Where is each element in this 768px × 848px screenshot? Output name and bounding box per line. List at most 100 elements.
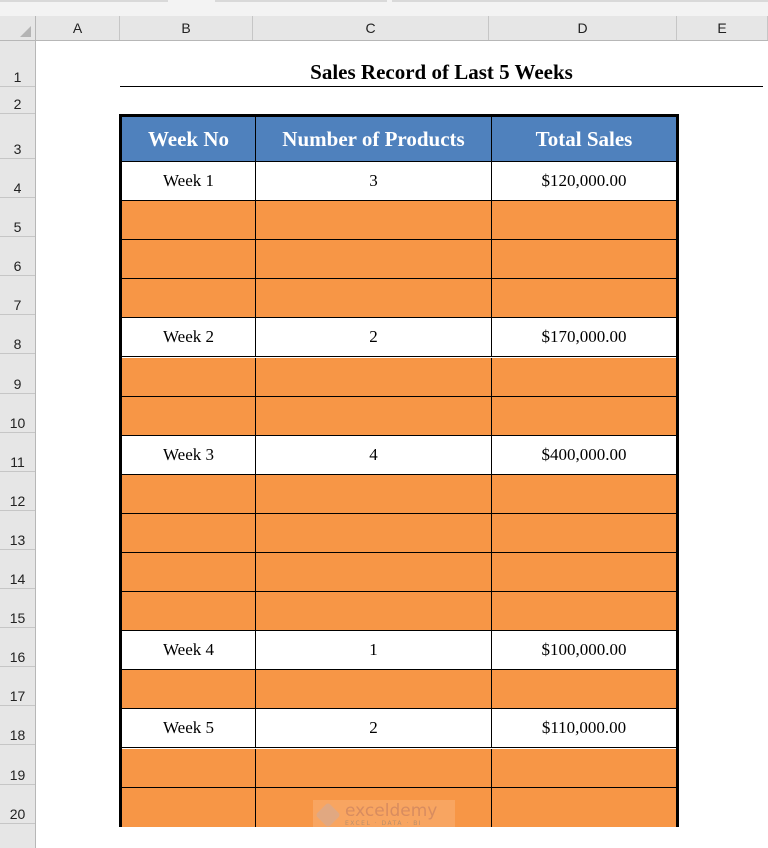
row-header-14[interactable]: 14: [0, 550, 35, 590]
products-cell[interactable]: [256, 201, 492, 241]
sales-cell[interactable]: [492, 592, 676, 632]
week-cell[interactable]: [122, 787, 256, 827]
column-header-e[interactable]: E: [677, 16, 768, 40]
header-week-no[interactable]: Week No: [122, 117, 256, 162]
sales-table: Week No Number of Products Total Sales W…: [119, 114, 679, 827]
row-header-20[interactable]: 20: [0, 785, 35, 824]
sales-cell[interactable]: [492, 553, 676, 593]
sales-cell[interactable]: [492, 357, 676, 397]
toolbar-segment: [215, 0, 387, 2]
sales-cell[interactable]: [492, 396, 676, 436]
toolbar-segment: [392, 0, 768, 2]
blank-row: [122, 592, 676, 632]
week-cell[interactable]: Week 2: [122, 318, 256, 358]
column-header-b[interactable]: B: [120, 16, 253, 40]
week-cell[interactable]: [122, 474, 256, 514]
products-cell[interactable]: 4: [256, 435, 492, 475]
row-header-1[interactable]: 1: [0, 41, 35, 87]
week-cell[interactable]: [122, 592, 256, 632]
select-all-button[interactable]: [0, 16, 36, 40]
products-cell[interactable]: [256, 513, 492, 553]
sales-cell[interactable]: [492, 670, 676, 710]
week-cell[interactable]: [122, 396, 256, 436]
week-cell[interactable]: [122, 279, 256, 319]
watermark-tagline: EXCEL · DATA · BI: [345, 820, 423, 827]
products-cell[interactable]: [256, 279, 492, 319]
blank-row: [122, 513, 676, 553]
row-header-12[interactable]: 12: [0, 472, 35, 511]
table-row: Week 3 4 $400,000.00: [122, 435, 676, 475]
products-cell[interactable]: [256, 357, 492, 397]
row-header-10[interactable]: 10: [0, 394, 35, 433]
header-total-sales[interactable]: Total Sales: [492, 117, 676, 162]
column-header-c[interactable]: C: [253, 16, 489, 40]
column-header-bar: A B C D E: [0, 16, 768, 41]
products-cell[interactable]: 3: [256, 162, 492, 202]
products-cell[interactable]: [256, 474, 492, 514]
sales-cell[interactable]: $400,000.00: [492, 435, 676, 475]
sales-cell[interactable]: [492, 279, 676, 319]
sheet-title[interactable]: Sales Record of Last 5 Weeks: [120, 41, 763, 87]
row-header-2[interactable]: 2: [0, 87, 35, 114]
select-all-triangle-icon: [20, 26, 31, 37]
products-cell[interactable]: 2: [256, 709, 492, 749]
table-row: Week 2 2 $170,000.00: [122, 318, 676, 358]
exceldemy-logo-icon: [315, 802, 341, 828]
column-header-d[interactable]: D: [489, 16, 677, 40]
week-cell[interactable]: [122, 357, 256, 397]
products-cell[interactable]: [256, 240, 492, 280]
products-cell[interactable]: 1: [256, 631, 492, 671]
sales-cell[interactable]: $170,000.00: [492, 318, 676, 358]
week-cell[interactable]: Week 3: [122, 435, 256, 475]
products-cell[interactable]: [256, 670, 492, 710]
products-cell[interactable]: 2: [256, 318, 492, 358]
sales-cell[interactable]: $110,000.00: [492, 709, 676, 749]
table-row: Week 1 3 $120,000.00: [122, 162, 676, 202]
sales-cell[interactable]: [492, 513, 676, 553]
blank-row: [122, 279, 676, 319]
blank-row: [122, 240, 676, 280]
products-cell[interactable]: [256, 748, 492, 788]
products-cell[interactable]: [256, 553, 492, 593]
sales-cell[interactable]: [492, 240, 676, 280]
sales-cell[interactable]: [492, 474, 676, 514]
column-header-a[interactable]: A: [36, 16, 120, 40]
week-cell[interactable]: Week 5: [122, 709, 256, 749]
row-header-6[interactable]: 6: [0, 237, 35, 277]
row-header-5[interactable]: 5: [0, 198, 35, 238]
sales-cell[interactable]: [492, 787, 676, 827]
blank-row: [122, 670, 676, 710]
row-header-18[interactable]: 18: [0, 706, 35, 746]
row-header-16[interactable]: 16: [0, 628, 35, 668]
week-cell[interactable]: [122, 670, 256, 710]
sales-cell[interactable]: $100,000.00: [492, 631, 676, 671]
products-cell[interactable]: [256, 592, 492, 632]
week-cell[interactable]: Week 1: [122, 162, 256, 202]
week-cell[interactable]: [122, 513, 256, 553]
row-header-15[interactable]: 15: [0, 589, 35, 629]
row-header-7[interactable]: 7: [0, 276, 35, 316]
row-header-3[interactable]: 3: [0, 114, 35, 159]
table-row: Week 4 1 $100,000.00: [122, 631, 676, 671]
row-header-13[interactable]: 13: [0, 511, 35, 550]
watermark-name: exceldemy: [345, 801, 438, 821]
blank-row: [122, 396, 676, 436]
row-header-4[interactable]: 4: [0, 159, 35, 199]
week-cell[interactable]: [122, 201, 256, 241]
week-cell[interactable]: [122, 553, 256, 593]
sales-cell[interactable]: [492, 201, 676, 241]
exceldemy-watermark: exceldemy EXCEL · DATA · BI: [313, 800, 455, 830]
row-header-11[interactable]: 11: [0, 433, 35, 472]
header-number-of-products[interactable]: Number of Products: [256, 117, 492, 162]
table-header-row: Week No Number of Products Total Sales: [122, 117, 676, 162]
sales-cell[interactable]: $120,000.00: [492, 162, 676, 202]
week-cell[interactable]: [122, 240, 256, 280]
row-header-19[interactable]: 19: [0, 746, 35, 785]
products-cell[interactable]: [256, 396, 492, 436]
week-cell[interactable]: [122, 748, 256, 788]
sales-cell[interactable]: [492, 748, 676, 788]
row-header-8[interactable]: 8: [0, 315, 35, 355]
row-header-9[interactable]: 9: [0, 355, 35, 394]
row-header-17[interactable]: 17: [0, 667, 35, 707]
week-cell[interactable]: Week 4: [122, 631, 256, 671]
